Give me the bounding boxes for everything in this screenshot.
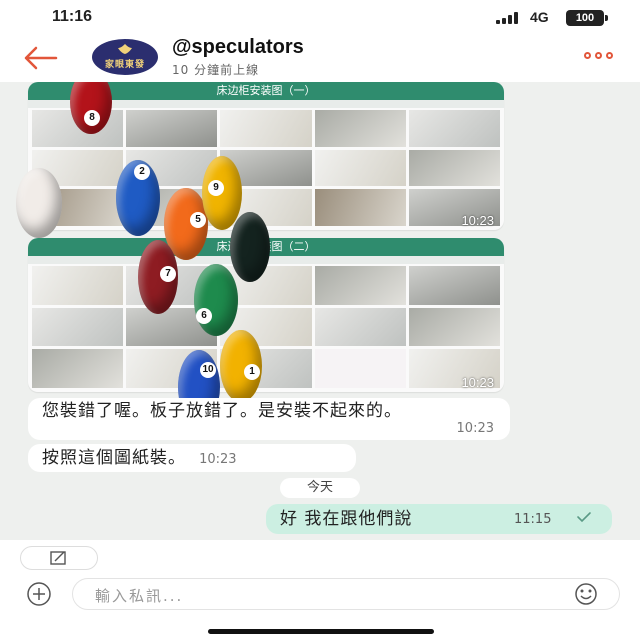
message-time: 10:23 [461, 375, 494, 390]
edit-icon [50, 551, 66, 565]
billiard-ball-decoration: 9 [202, 156, 242, 230]
billiard-ball-decoration [230, 212, 270, 282]
composer: 輸入私訊... [0, 540, 640, 640]
attach-button[interactable] [20, 580, 58, 608]
billiard-ball-decoration: 6 [194, 264, 238, 336]
network-type: 4G [530, 9, 549, 25]
message-time: 10:23 [461, 213, 494, 228]
billiard-ball-decoration: 1 [220, 330, 262, 402]
back-button[interactable] [20, 44, 60, 72]
sticker-button[interactable] [20, 546, 98, 570]
message-text: 您裝錯了喔。板子放錯了。是安裝不起來的。 [42, 401, 402, 421]
back-arrow-icon [24, 46, 58, 70]
message-time: 10:23 [199, 452, 237, 467]
contact-name[interactable]: @speculators [172, 36, 304, 59]
billiard-ball-decoration: 2 [116, 160, 160, 236]
emoji-icon [575, 583, 597, 605]
message-input[interactable]: 輸入私訊... [72, 578, 620, 610]
incoming-message[interactable]: 按照這個圖紙裝。 10:23 [28, 444, 356, 472]
home-indicator [208, 629, 434, 634]
chat-header: 家眼東發 @speculators 10 分鐘前上線 [0, 34, 640, 82]
message-time: 11:15 [514, 512, 552, 527]
emoji-button[interactable] [567, 582, 605, 606]
avatar[interactable]: 家眼東發 [92, 39, 158, 75]
billiard-ball-decoration [16, 168, 62, 238]
date-separator: 今天 [280, 478, 360, 498]
message-time: 10:23 [456, 421, 494, 436]
status-time: 11:16 [52, 8, 93, 25]
outgoing-message[interactable]: 好 我在跟他們說 11:15 [266, 504, 612, 534]
sent-check-icon [577, 512, 591, 523]
billiard-ball-decoration: 7 [138, 240, 178, 314]
incoming-message[interactable]: 您裝錯了喔。板子放錯了。是安裝不起來的。 10:23 [28, 398, 510, 440]
brand-emblem-icon [118, 44, 132, 54]
chat-area[interactable]: 床边柜安装图（一） 10:23 床边柜安装图（二） 10:23 8 2 5 9 … [0, 82, 640, 540]
message-text: 按照這個圖紙裝。 [42, 448, 186, 468]
message-text: 好 我在跟他們說 [280, 509, 413, 529]
battery-icon: 100 [566, 10, 608, 26]
signal-icon [496, 12, 522, 24]
more-options-button[interactable] [584, 48, 620, 64]
instruction-photo-grid [32, 266, 500, 388]
status-bar: 11:16 4G 100 [0, 0, 640, 34]
last-seen-status: 10 分鐘前上線 [172, 63, 260, 77]
plus-circle-icon [27, 582, 51, 606]
message-input-placeholder: 輸入私訊... [95, 587, 184, 605]
avatar-logo-text: 家眼東發 [104, 60, 145, 70]
